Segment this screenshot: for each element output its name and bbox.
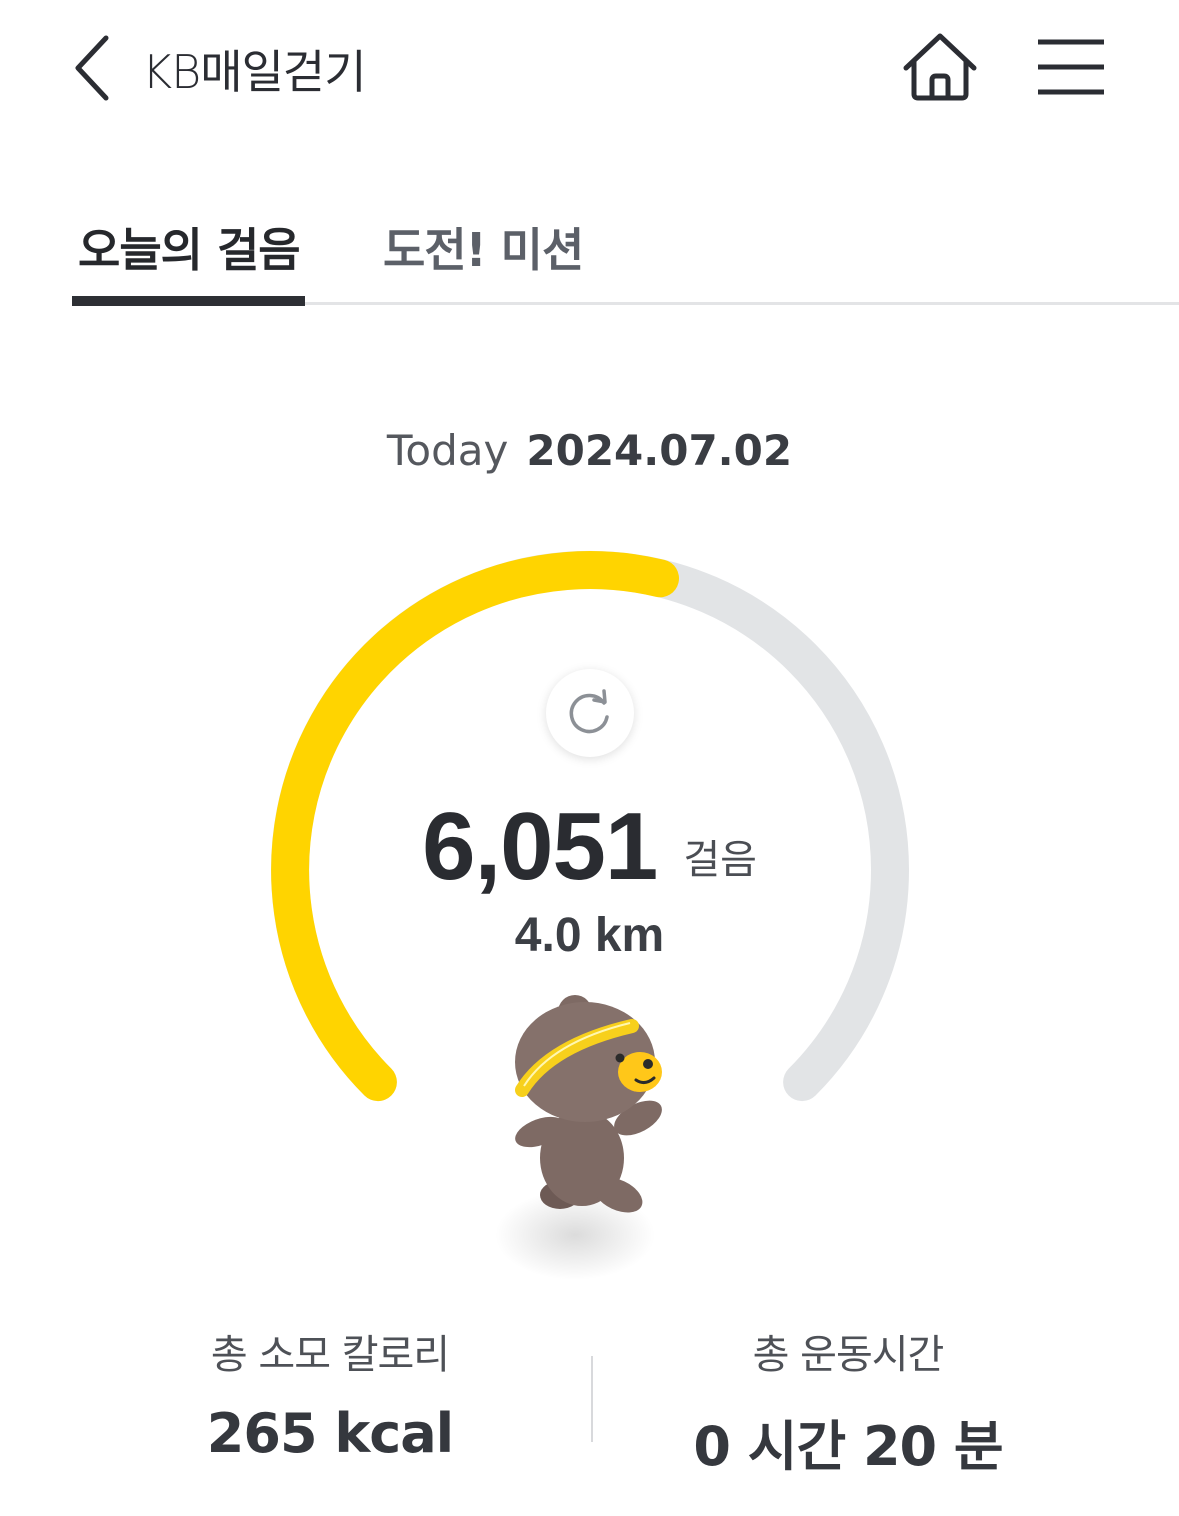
step-unit: 걸음 [683, 837, 757, 883]
app-title: KB매일걷기 [142, 45, 367, 99]
distance-value: 4.0 km [514, 909, 665, 962]
date-value: 2024.07.02 [526, 426, 793, 475]
date-row: Today 2024.07.02 [0, 426, 1179, 475]
home-icon [903, 33, 977, 101]
exercise-time-value: 0 시간 20 분 [693, 1415, 1003, 1478]
calories-label: 총 소모 칼로리 [210, 1332, 450, 1378]
app-header: KB매일걷기 [0, 0, 1179, 140]
home-button[interactable] [898, 28, 982, 108]
calories-stat: 총 소모 칼로리 265 kcal [110, 1322, 550, 1465]
chevron-left-icon [75, 35, 109, 101]
step-count-row: 6,051 걸음 [0, 792, 1179, 902]
step-count: 6,051 [422, 793, 658, 900]
hamburger-menu-icon [1038, 39, 1104, 95]
refresh-icon [569, 689, 609, 734]
exercise-time-stat: 총 운동시간 0 시간 20 분 [628, 1322, 1068, 1481]
stats-divider [591, 1356, 593, 1442]
exercise-time-label: 총 운동시간 [752, 1332, 945, 1378]
active-tab-indicator [72, 296, 305, 306]
bear-mascot-icon [495, 995, 662, 1280]
calories-value: 265 kcal [206, 1402, 454, 1465]
date-label: Today [386, 426, 509, 475]
tab-challenge-mission[interactable]: 도전! 미션 [383, 214, 584, 280]
menu-button[interactable] [1034, 34, 1108, 100]
tab-bar: 오늘의 걸음 도전! 미션 [0, 200, 1179, 310]
tab-today-steps[interactable]: 오늘의 걸음 [78, 214, 301, 280]
refresh-button[interactable] [546, 669, 634, 757]
back-button[interactable] [66, 30, 126, 106]
